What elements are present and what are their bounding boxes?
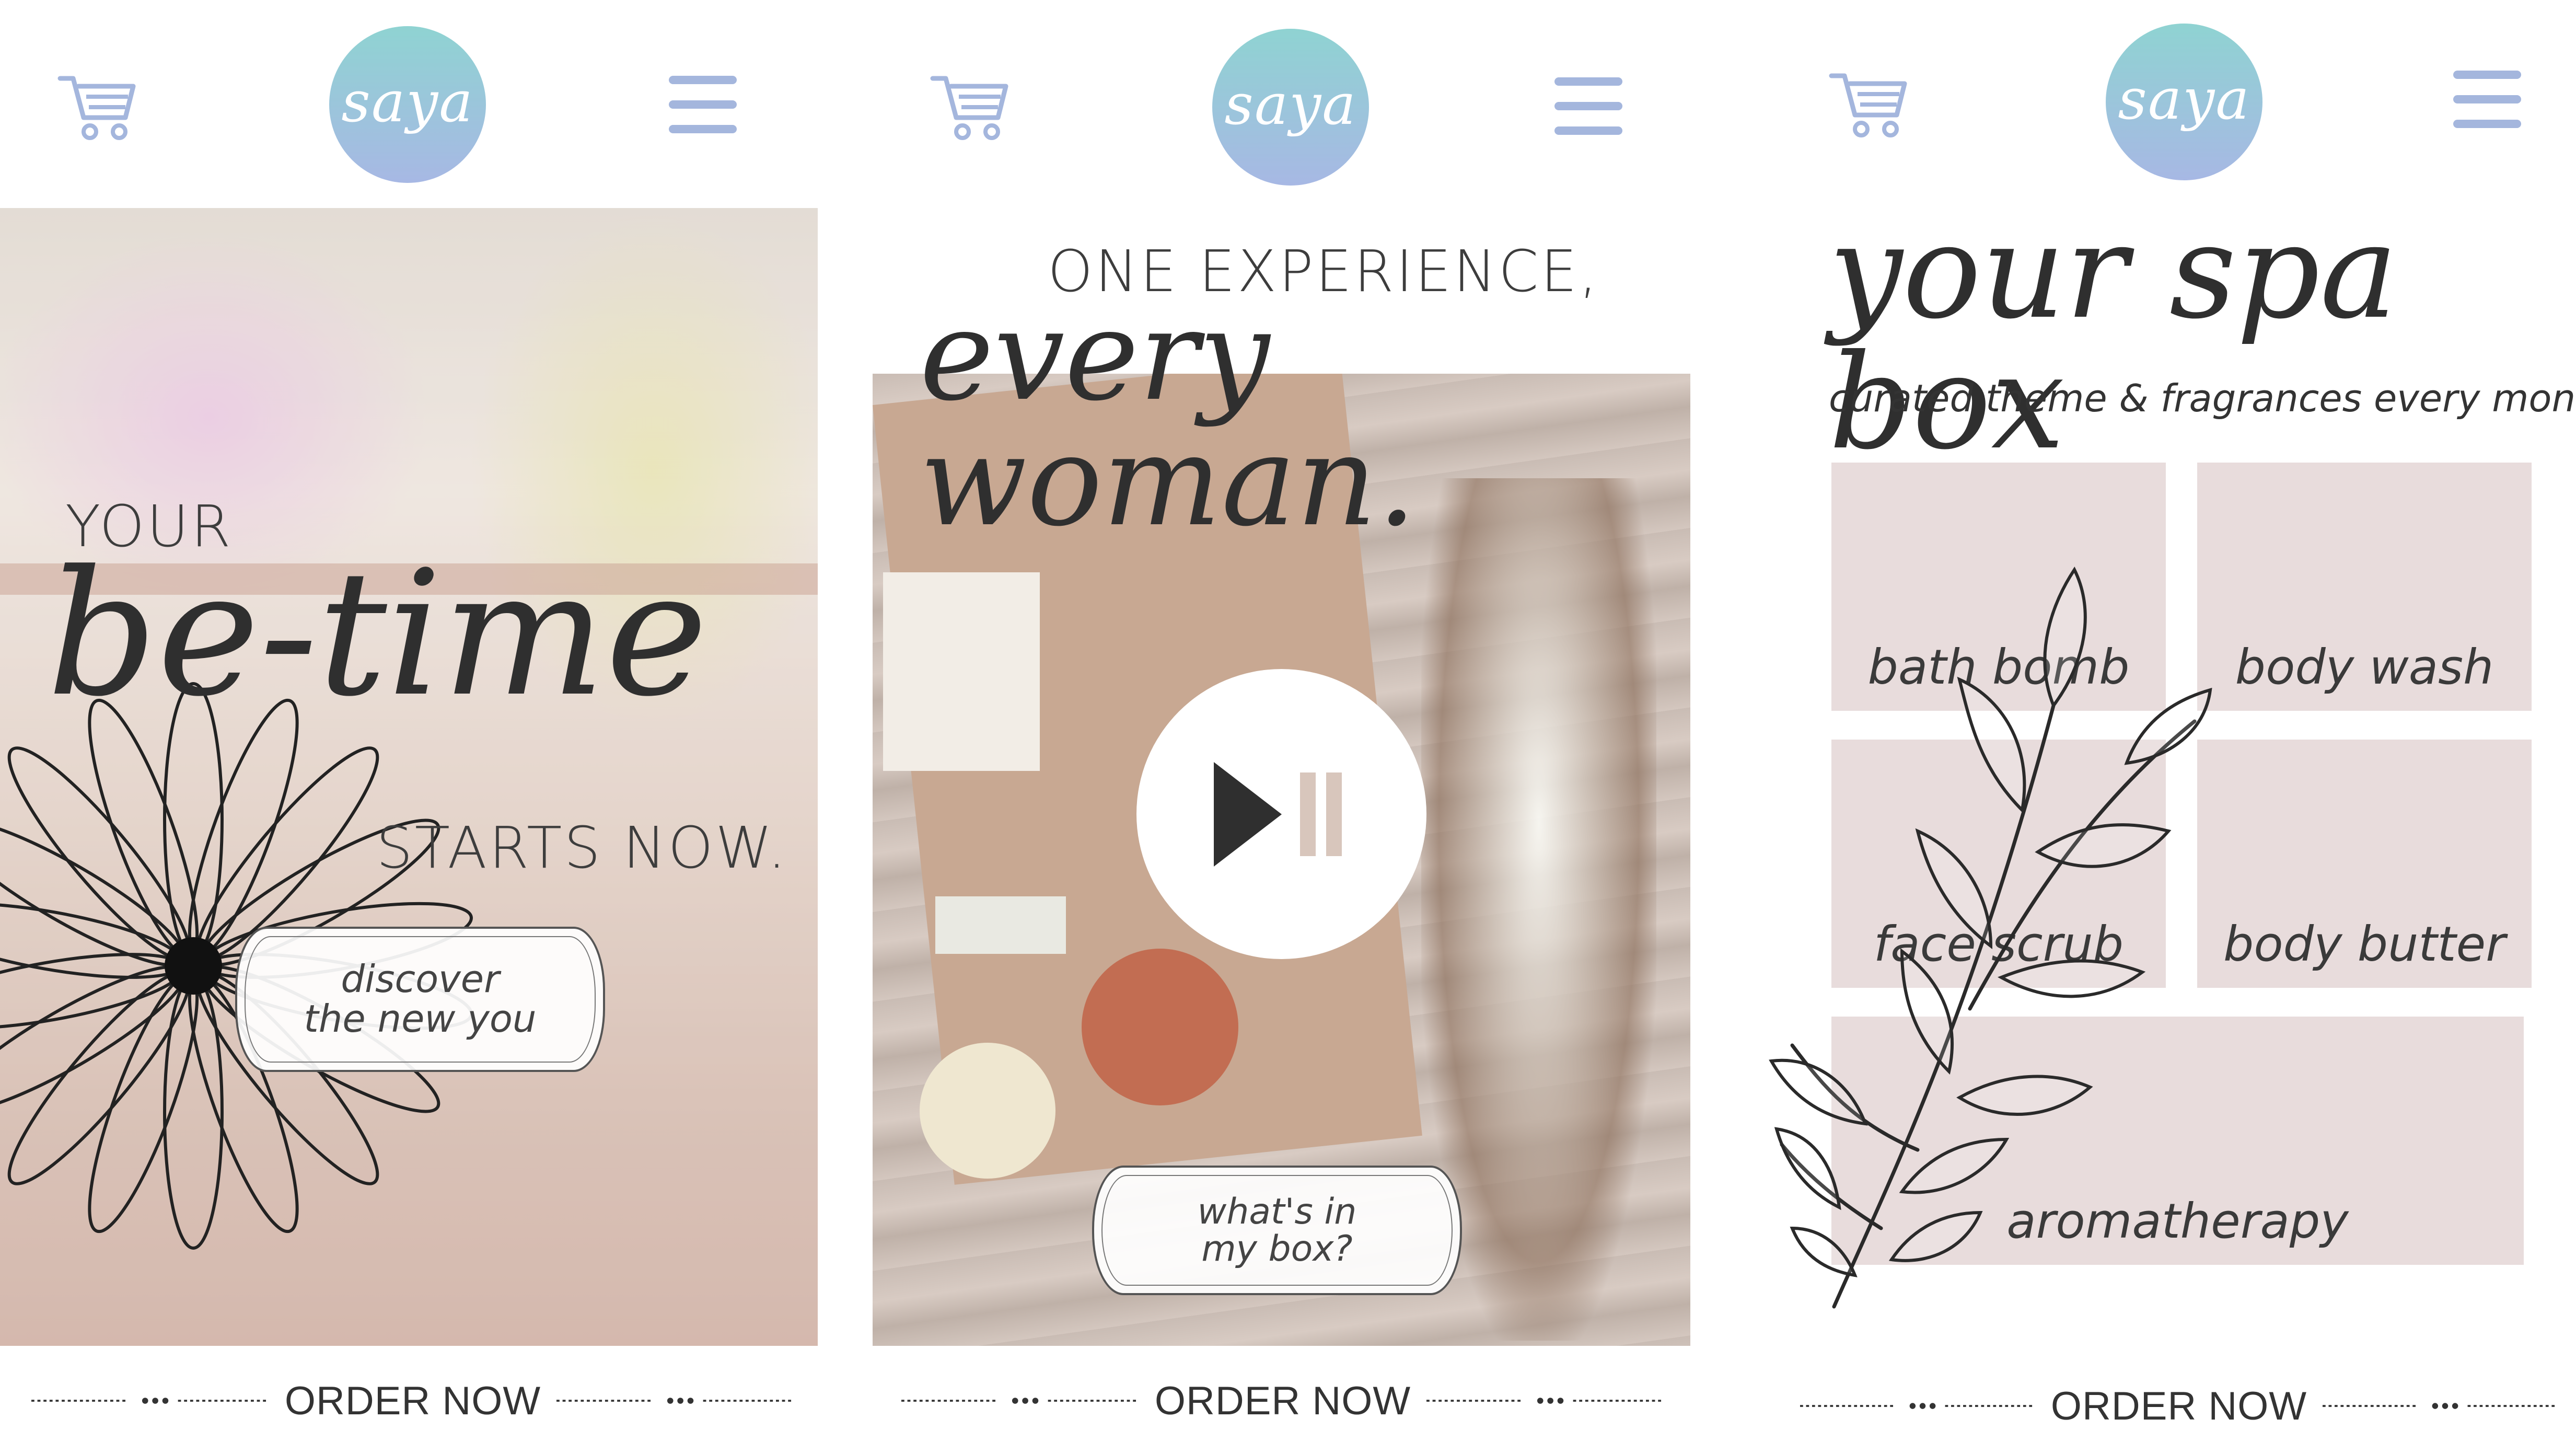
cart-icon[interactable] [1829, 65, 1907, 139]
order-now-bar[interactable]: ORDER NOW [1800, 1380, 2558, 1432]
header: saya [1761, 0, 2576, 204]
whats-in-my-box-button[interactable]: what's in my box? [1092, 1166, 1462, 1295]
play-pause-icon [1213, 762, 1342, 867]
order-now-button[interactable]: ORDER NOW [2051, 1383, 2307, 1429]
divider-ornament [2323, 1403, 2558, 1409]
leaf-branch-illustration [1769, 567, 2212, 1309]
cta-line-1: what's in [1197, 1191, 1357, 1232]
hero-video: ONE EXPERIENCE, every woman. what's in m… [873, 0, 1709, 1453]
divider-ornament [1800, 1403, 2035, 1409]
order-now-button[interactable]: ORDER NOW [1155, 1378, 1411, 1424]
logo[interactable]: saya [329, 26, 486, 183]
cta-line-2: my box? [1201, 1228, 1353, 1270]
play-pause-button[interactable] [1136, 669, 1426, 959]
discover-button[interactable]: discover the new you [235, 927, 605, 1072]
logo-text: saya [341, 69, 474, 135]
logo[interactable]: saya [2106, 24, 2262, 180]
lip-butter [935, 896, 1066, 954]
order-now-bar[interactable]: ORDER NOW [31, 1375, 794, 1427]
screen-every-woman: saya ONE EXPERIENCE, every woman. what's… [873, 0, 1709, 1453]
hero-image: YOUR be-time STARTS NOW. discover the ne… [0, 208, 818, 1346]
divider-ornament [901, 1398, 1139, 1404]
headline-every-woman: every woman. [920, 282, 1417, 554]
hamburger-menu-icon[interactable] [669, 76, 737, 133]
screen-spa-box: saya your spa box curated theme & fragra… [1761, 0, 2576, 1453]
cta-line-1: discover [341, 957, 500, 1001]
hamburger-menu-icon[interactable] [2453, 71, 2521, 128]
subtitle: curated theme & fragrances every month [1829, 376, 2576, 420]
title-your-spa-box: your spa box [1829, 195, 2398, 478]
divider-ornament [556, 1398, 794, 1404]
headline-starts-now: STARTS NOW. [376, 814, 788, 881]
cta-line-2: the new you [304, 997, 537, 1041]
candle-tin [1082, 949, 1238, 1105]
jar [920, 1043, 1055, 1179]
logo-text: saya [2118, 66, 2250, 132]
header: saya [0, 0, 836, 204]
tile-body-butter[interactable]: body butter [2197, 740, 2532, 988]
cart-icon[interactable] [57, 68, 136, 141]
screen-be-time: saya YOUR be-time STARTS NOW. discover t… [0, 0, 836, 1453]
divider-ornament [1426, 1398, 1664, 1404]
divider-ornament [31, 1398, 269, 1404]
order-now-bar[interactable]: ORDER NOW [901, 1375, 1664, 1427]
tile-body-wash[interactable]: body wash [2197, 463, 2532, 711]
headline-be-time: be-time [47, 534, 708, 734]
card [883, 572, 1040, 771]
order-now-button[interactable]: ORDER NOW [285, 1378, 541, 1424]
